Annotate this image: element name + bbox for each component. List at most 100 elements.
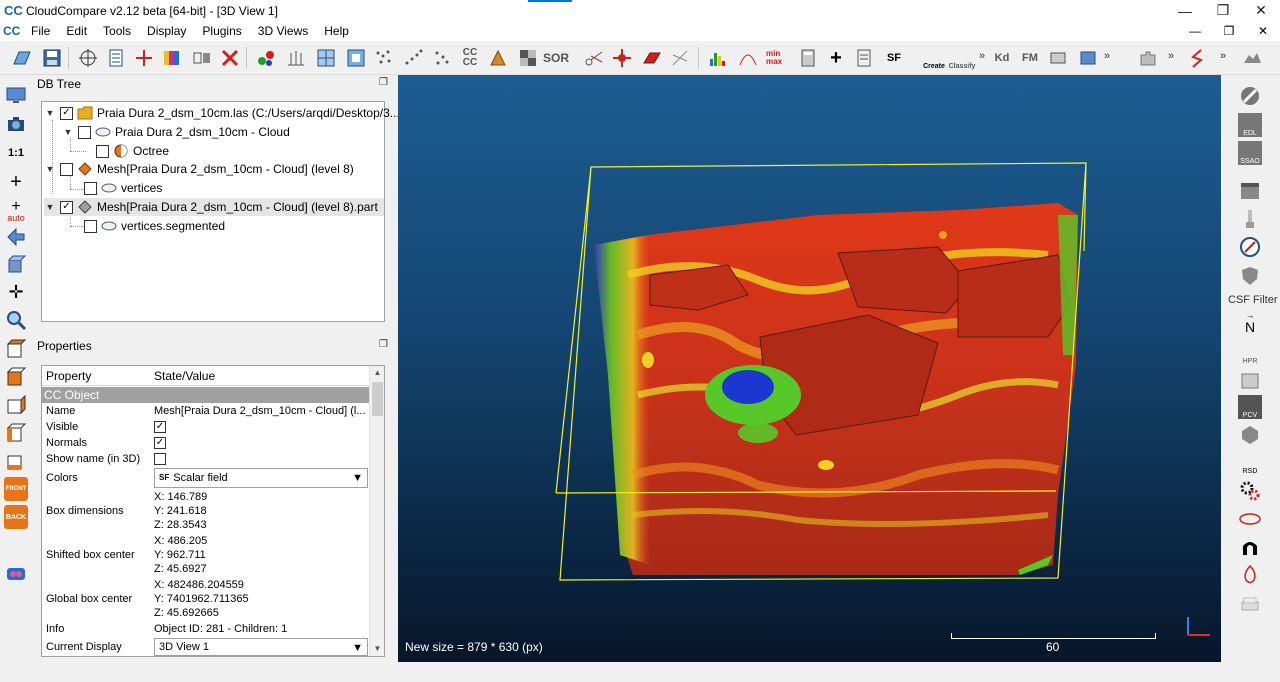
normals-icon[interactable] (284, 46, 308, 70)
clapper-icon[interactable] (1238, 179, 1262, 203)
tree-node-las-file[interactable]: ▼ ✓ Praia Dura 2_dsm_10cm.las (C:/Users/… (44, 104, 400, 122)
visibility-checkbox[interactable]: ✓ (60, 200, 73, 214)
right-view-icon[interactable] (4, 421, 28, 445)
fit-distribution-icon[interactable] (736, 46, 760, 70)
edl-shader-icon[interactable]: EDL (1238, 113, 1262, 137)
menu-edit[interactable]: Edit (58, 24, 95, 38)
open-icon[interactable] (10, 46, 34, 70)
hpr-icon[interactable]: HPR (1238, 341, 1262, 365)
delete-icon[interactable] (218, 46, 242, 70)
rsd-icon[interactable]: RSD (1238, 451, 1262, 475)
zoom-1-1-icon[interactable]: 1:1 (4, 141, 28, 165)
expand-arrow-icon[interactable]: ▼ (44, 202, 56, 212)
ellipse-icon[interactable] (1238, 507, 1262, 531)
tree-node-octree[interactable]: Octree (92, 142, 169, 160)
translate-rotate-icon[interactable] (610, 46, 634, 70)
menu-3d-views[interactable]: 3D Views (250, 24, 316, 38)
menu-tools[interactable]: Tools (95, 24, 139, 38)
polyline-tool-icon[interactable] (1186, 46, 1210, 70)
zoom-plus-icon[interactable]: + (4, 170, 28, 194)
arch-icon[interactable] (1238, 535, 1262, 559)
pivot-icon[interactable] (4, 225, 28, 249)
expand-arrow-icon[interactable]: ▼ (44, 164, 56, 174)
cross-section-icon[interactable] (640, 46, 664, 70)
octree-icon[interactable] (314, 46, 338, 70)
scroll-down-icon[interactable]: ▼ (370, 642, 384, 656)
toolbar-more-icon-3[interactable]: » (1168, 50, 1174, 62)
align-icon[interactable] (254, 46, 278, 70)
north-arrow-icon[interactable]: → N (1238, 309, 1262, 334)
m3c2-icon[interactable] (1238, 369, 1262, 393)
plugin-ee-icon[interactable] (1046, 46, 1070, 70)
plugin-csv-icon[interactable] (1076, 46, 1100, 70)
minimize-button[interactable]: — (1166, 0, 1204, 21)
toolbar-more-icon-4[interactable]: » (1220, 50, 1226, 62)
visible-checkbox[interactable]: ✓ (154, 421, 166, 433)
menu-display[interactable]: Display (139, 24, 194, 38)
point-picking-icon[interactable] (76, 46, 100, 70)
visibility-checkbox[interactable] (84, 181, 97, 195)
fire-icon[interactable] (1238, 563, 1262, 587)
restore-button[interactable]: ❐ (1204, 0, 1242, 21)
normals-checkbox[interactable]: ✓ (154, 437, 166, 449)
mdi-minimize-button[interactable]: — (1178, 21, 1212, 41)
cube-view-icon[interactable] (4, 253, 28, 277)
segment-icon[interactable] (132, 46, 156, 70)
canupo-classify-icon[interactable]: Classify (949, 46, 976, 70)
menu-file[interactable]: File (23, 24, 58, 38)
checker-icon[interactable] (516, 46, 540, 70)
min-max-icon[interactable]: min max (766, 46, 790, 70)
mesh-delaunay-icon[interactable] (486, 46, 510, 70)
menu-plugins[interactable]: Plugins (194, 24, 249, 38)
ssao-shader-icon[interactable]: SSAO (1238, 141, 1262, 165)
tree-node-mesh[interactable]: ▼ Mesh[Praia Dura 2_dsm_10cm - Cloud] (l… (44, 160, 354, 178)
merge-icon[interactable] (190, 46, 214, 70)
histogram-icon[interactable] (706, 46, 730, 70)
tree-node-vertices[interactable]: vertices (80, 179, 162, 197)
cloud-points-icon[interactable] (430, 46, 454, 70)
col-header-property[interactable]: Property (42, 366, 150, 385)
visibility-checkbox[interactable] (60, 162, 73, 176)
noise-filter-icon[interactable] (372, 46, 396, 70)
3d-view[interactable]: New size = 879 * 630 (px) 60 (398, 75, 1221, 662)
visibility-checkbox[interactable] (78, 125, 91, 139)
toolbar-more-icon[interactable]: » (979, 50, 985, 62)
tree-node-vertices-segmented[interactable]: vertices.segmented (80, 217, 225, 235)
name-value[interactable]: Mesh[Praia Dura 2_dsm_10cm - Cloud] (l..… (154, 404, 370, 418)
zoom-search-icon[interactable] (4, 308, 28, 332)
colors-select[interactable]: SF Scalar field ▼ (154, 468, 368, 488)
menu-help[interactable]: Help (316, 24, 357, 38)
animation-icon[interactable] (1240, 46, 1264, 70)
visibility-checkbox[interactable]: ✓ (60, 106, 73, 120)
no-entry-icon[interactable] (1238, 84, 1262, 108)
scroll-up-icon[interactable]: ▲ (370, 366, 384, 380)
current-display-select[interactable]: 3D View 1 ▼ (154, 638, 368, 656)
sor-filter-icon[interactable]: SOR (543, 46, 569, 70)
toolbar-more-icon-2[interactable]: » (1104, 50, 1110, 62)
close-window-button[interactable]: ✕ (1242, 0, 1280, 21)
expand-arrow-icon[interactable]: ▼ (62, 127, 74, 137)
scalar-field-icon[interactable]: SF (882, 46, 906, 70)
pcv-icon[interactable]: PCV (1238, 395, 1262, 419)
expand-arrow-icon[interactable]: ▼ (44, 108, 56, 118)
sample-points-icon[interactable] (402, 46, 426, 70)
tree-node-mesh-part[interactable]: ▼ ✓ Mesh[Praia Dura 2_dsm_10cm - Cloud] … (44, 198, 384, 216)
db-tree-float-icon[interactable]: ❐ (379, 77, 388, 88)
front-view-icon[interactable]: FRONT (4, 477, 28, 501)
show-name-checkbox[interactable] (154, 453, 166, 465)
cloud-compare-icon[interactable]: CC CC (458, 46, 482, 70)
trace-polyline-icon[interactable] (668, 46, 692, 70)
bottom-view-icon[interactable] (4, 449, 28, 473)
mdi-close-button[interactable]: ✕ (1246, 21, 1280, 41)
front-face-view-icon[interactable] (4, 365, 28, 389)
back-view-icon[interactable]: BACK (4, 505, 28, 529)
crosshair-icon[interactable]: ✛ (4, 280, 28, 304)
properties-scrollbar[interactable]: ▲ ▼ (369, 366, 384, 656)
left-view-icon[interactable] (4, 393, 28, 417)
screen-icon[interactable] (4, 83, 28, 107)
top-view-icon[interactable] (4, 337, 28, 361)
add-icon[interactable]: + (824, 46, 848, 70)
visibility-checkbox[interactable] (96, 144, 109, 158)
sf-arithmetic-icon[interactable] (852, 46, 876, 70)
auto-pick-icon[interactable]: + auto (4, 198, 28, 223)
